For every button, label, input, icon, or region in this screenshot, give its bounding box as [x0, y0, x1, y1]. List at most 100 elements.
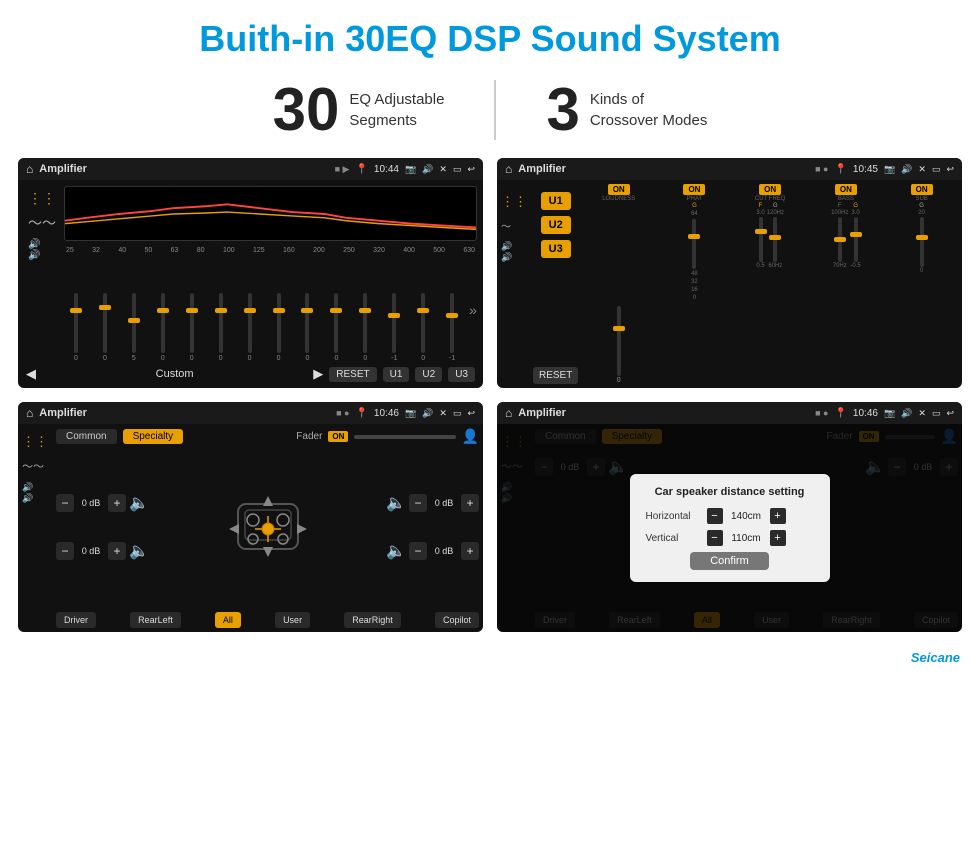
- eq-left-icons: ⋮⋮ 〜〜 🔊🔊: [24, 186, 60, 265]
- dialog-vertical-minus[interactable]: −: [707, 530, 723, 546]
- dialog-horizontal-minus[interactable]: −: [707, 508, 723, 524]
- screens-grid: ⌂ Amplifier ■ ▶ 📍 10:44 📷 🔊 ✕ ▭ ↩ ⋮⋮ 〜〜 …: [0, 158, 980, 646]
- arrow-right-icon[interactable]: »: [469, 302, 477, 318]
- screen2-title: Amplifier: [518, 163, 566, 175]
- page-title: Buith-in 30EQ DSP Sound System: [20, 18, 960, 60]
- back-icon-2[interactable]: ↩: [946, 164, 954, 175]
- eq-u1-btn[interactable]: U1: [383, 367, 410, 382]
- sp3-fader-track[interactable]: [354, 435, 455, 439]
- eq-graph: [64, 186, 477, 241]
- back-icon-1[interactable]: ↩: [467, 164, 475, 175]
- x-icon-4[interactable]: ✕: [918, 408, 926, 419]
- eq-u2-btn[interactable]: U2: [415, 367, 442, 382]
- record-icon-2: ■ ●: [815, 164, 828, 174]
- sp3-all-btn[interactable]: All: [215, 612, 241, 628]
- sp3-rear-right-btn[interactable]: RearRight: [344, 612, 401, 628]
- camera-icon-3: 📷: [405, 408, 416, 419]
- sp3-minus-4[interactable]: −: [409, 542, 427, 560]
- x-icon-1[interactable]: ✕: [439, 164, 447, 175]
- bass-f-track[interactable]: [838, 217, 842, 262]
- dialog-confirm-button[interactable]: Confirm: [690, 552, 769, 570]
- eq-icon-vol: 🔊🔊: [28, 239, 56, 261]
- location-icon-2: 📍: [834, 164, 846, 175]
- stat-crossover: 3 Kinds of Crossover Modes: [496, 80, 757, 140]
- back-icon-4[interactable]: ↩: [946, 408, 954, 419]
- eq-reset-btn[interactable]: RESET: [329, 367, 376, 382]
- sp3-db-1: 0 dB: [77, 498, 105, 508]
- slider-col: -1: [382, 293, 406, 362]
- dialog-vertical-plus[interactable]: +: [770, 530, 786, 546]
- slider-col: 0: [267, 293, 291, 362]
- sp3-common-tab[interactable]: Common: [56, 429, 117, 444]
- record-icon-3: ■ ●: [336, 408, 349, 418]
- screen4-title: Amplifier: [518, 407, 566, 419]
- sp3-fader-label: Fader: [296, 431, 322, 442]
- eq-prev-button[interactable]: ◀: [26, 366, 36, 382]
- home-icon-1[interactable]: ⌂: [26, 162, 33, 176]
- cutfreq-g-track[interactable]: [773, 217, 777, 262]
- sp3-on-tag[interactable]: ON: [328, 431, 348, 442]
- sp3-specialty-tab[interactable]: Specialty: [123, 429, 184, 444]
- eq-next-button[interactable]: ▶: [313, 366, 323, 382]
- loudness-track-1[interactable]: [617, 306, 621, 376]
- cross-u3-button[interactable]: U3: [541, 240, 571, 258]
- sp3-speaker-left-icon: 🔈: [129, 493, 149, 513]
- cross-icon-wave: 〜: [501, 218, 529, 233]
- sp3-minus-3[interactable]: −: [409, 494, 427, 512]
- x-icon-2[interactable]: ✕: [918, 164, 926, 175]
- sp3-plus-4[interactable]: +: [461, 542, 479, 560]
- cross-u1-button[interactable]: U1: [541, 192, 571, 210]
- dialog-horizontal-plus[interactable]: +: [770, 508, 786, 524]
- sp3-minus-1[interactable]: −: [56, 494, 74, 512]
- cross-reset-button[interactable]: RESET: [533, 367, 578, 384]
- cross-icon-filter[interactable]: ⋮⋮: [501, 194, 529, 210]
- slider-col: 0: [180, 293, 204, 362]
- dialog-vertical-row: Vertical − 110cm +: [646, 530, 814, 546]
- sub-on-btn[interactable]: ON: [911, 184, 933, 195]
- bass-on-btn[interactable]: ON: [835, 184, 857, 195]
- status-bar-3: ⌂ Amplifier ■ ● 📍 10:46 📷 🔊 ✕ ▭ ↩: [18, 402, 483, 424]
- sp3-copilot-btn[interactable]: Copilot: [435, 612, 479, 628]
- bass-g-track[interactable]: [854, 217, 858, 262]
- slider-col: 0: [64, 293, 88, 362]
- sp3-plus-3[interactable]: +: [461, 494, 479, 512]
- cutfreq-f-track[interactable]: [759, 217, 763, 262]
- screen2-content: ⋮⋮ 〜 🔊🔊 U1 U2 U3 RESET ON LOUDNESS: [497, 180, 962, 388]
- sp3-plus-1[interactable]: +: [108, 494, 126, 512]
- slider-col: 0: [93, 293, 117, 362]
- sp3-plus-2[interactable]: +: [108, 542, 126, 560]
- rect-icon-1[interactable]: ▭: [453, 164, 462, 175]
- sp3-driver-btn[interactable]: Driver: [56, 612, 96, 628]
- rect-icon-3[interactable]: ▭: [453, 408, 462, 419]
- x-icon-3[interactable]: ✕: [439, 408, 447, 419]
- rect-icon-4[interactable]: ▭: [932, 408, 941, 419]
- phat-g-track[interactable]: [692, 219, 696, 269]
- eq-icon-filter[interactable]: ⋮⋮: [28, 190, 56, 207]
- watermark: Seicane: [0, 646, 980, 673]
- sp3-user-btn[interactable]: User: [275, 612, 310, 628]
- cross-u2-button[interactable]: U2: [541, 216, 571, 234]
- record-icon-1: ■ ▶: [335, 164, 350, 175]
- dialog-horizontal-row: Horizontal − 140cm +: [646, 508, 814, 524]
- dialog-box: Car speaker distance setting Horizontal …: [630, 474, 830, 582]
- stat-crossover-number: 3: [546, 80, 579, 140]
- eq-u3-btn[interactable]: U3: [448, 367, 475, 382]
- rect-icon-2[interactable]: ▭: [932, 164, 941, 175]
- cutfreq-on-btn[interactable]: ON: [759, 184, 781, 195]
- sp3-icon-vol: 🔊🔊: [22, 482, 52, 504]
- volume-icon-2: 🔊: [901, 164, 912, 175]
- home-icon-4[interactable]: ⌂: [505, 406, 512, 420]
- eq-bottom-controls: ◀ Custom ▶ RESET U1 U2 U3: [24, 362, 477, 382]
- sub-track[interactable]: [920, 217, 924, 267]
- sp3-icon-filter[interactable]: ⋮⋮: [22, 434, 52, 450]
- sp3-speaker-right-icon: 🔈: [386, 493, 406, 513]
- loudness-on-btn[interactable]: ON: [608, 184, 630, 195]
- sp3-rear-left-btn[interactable]: RearLeft: [130, 612, 181, 628]
- home-icon-2[interactable]: ⌂: [505, 162, 512, 176]
- back-icon-3[interactable]: ↩: [467, 408, 475, 419]
- home-icon-3[interactable]: ⌂: [26, 406, 33, 420]
- phat-on-btn[interactable]: ON: [683, 184, 705, 195]
- sp3-minus-2[interactable]: −: [56, 542, 74, 560]
- cross-bass: ON BASS F 100Hz 70Hz G 3.0: [810, 184, 883, 384]
- location-icon-1: 📍: [355, 164, 367, 175]
